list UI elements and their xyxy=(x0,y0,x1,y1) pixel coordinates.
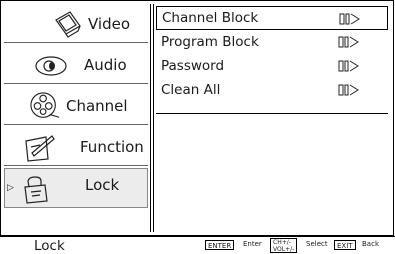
option-program-block[interactable]: Program Block xyxy=(156,30,388,54)
sidebar-item-channel[interactable]: Channel xyxy=(4,88,148,125)
option-channel-block[interactable]: Channel Block xyxy=(156,6,388,30)
option-label: Password xyxy=(161,58,225,74)
enter-key: ENTER xyxy=(205,240,235,250)
exit-key: EXIT xyxy=(334,240,356,250)
selection-pointer-icon: ▷ xyxy=(7,183,14,193)
enter-hint: Enter xyxy=(243,240,262,248)
sidebar-item-function[interactable]: Function xyxy=(4,129,148,166)
option-label: Clean All xyxy=(161,82,221,98)
back-hint: Back xyxy=(362,240,379,248)
panel-separator xyxy=(156,113,388,114)
sidebar-item-label: Audio xyxy=(84,56,127,74)
sidebar-divider xyxy=(150,4,151,232)
option-label: Channel Block xyxy=(162,10,259,26)
film-reel-icon xyxy=(30,92,60,118)
option-label: Program Block xyxy=(161,34,259,50)
footer-divider xyxy=(0,236,395,237)
lock-options-panel: Channel Block Program Block Password Cle… xyxy=(156,6,388,102)
option-password[interactable]: Password xyxy=(156,54,388,78)
sidebar-item-label: Video xyxy=(88,15,131,33)
enter-arrow-icon xyxy=(338,84,359,96)
footer-title: Lock xyxy=(34,238,65,254)
sidebar-item-label: Lock xyxy=(85,176,120,194)
speaker-icon xyxy=(35,56,67,76)
ch-vol-key: CH+/- VOL+/- xyxy=(270,238,298,253)
lock-icon xyxy=(24,176,48,204)
panel-divider xyxy=(153,4,154,232)
sidebar-item-label: Channel xyxy=(66,97,128,115)
sidebar-item-audio[interactable]: Audio xyxy=(4,47,148,84)
ch-key-label: CH+/- xyxy=(273,239,291,246)
tv-icon xyxy=(55,11,81,38)
enter-arrow-icon xyxy=(338,36,359,48)
sidebar-item-video[interactable]: Video xyxy=(4,6,148,43)
vol-key-label: VOL+/- xyxy=(273,246,295,253)
enter-arrow-icon xyxy=(338,60,359,72)
select-hint: Select xyxy=(306,240,328,248)
enter-arrow-icon xyxy=(339,13,360,25)
sidebar-item-lock[interactable]: ▷ Lock xyxy=(4,168,148,208)
option-clean-all[interactable]: Clean All xyxy=(156,78,388,102)
pencil-note-icon xyxy=(25,135,55,162)
sidebar-item-label: Function xyxy=(80,138,144,156)
